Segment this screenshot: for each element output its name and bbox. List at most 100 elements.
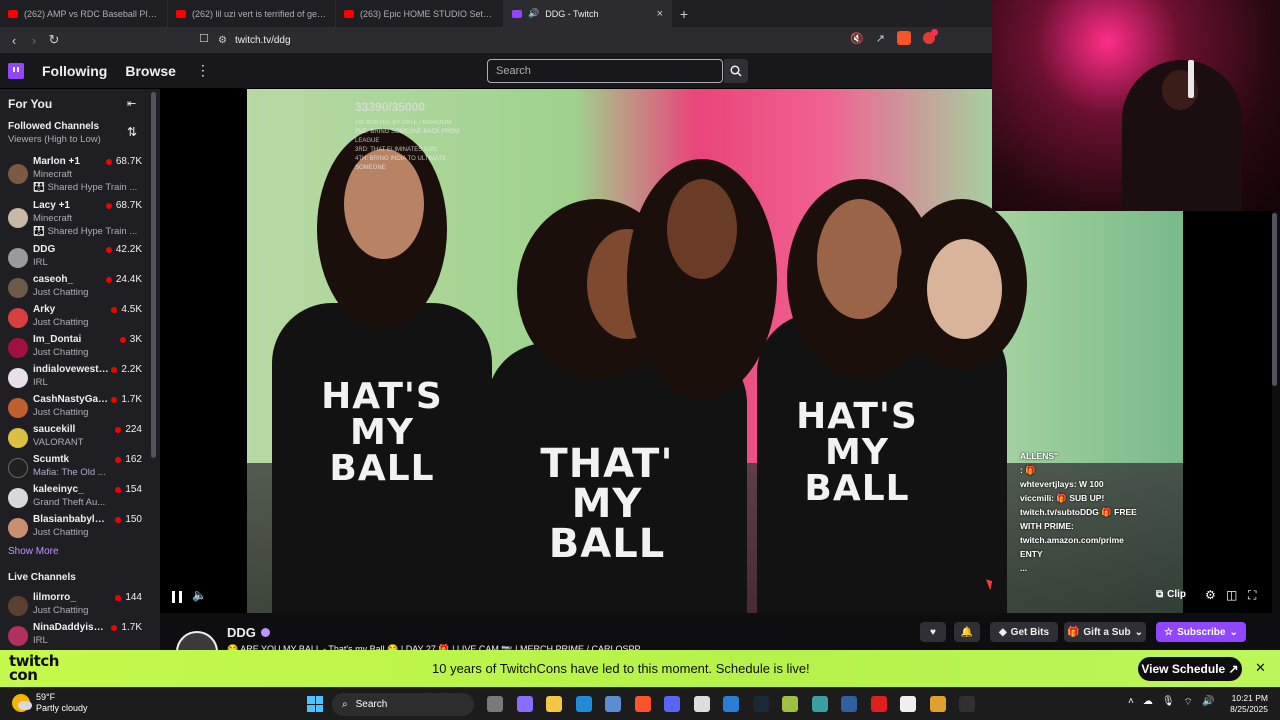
- browser-tab[interactable]: (262) lil uzi vert is terrified of getti…: [168, 0, 336, 27]
- adobe-icon[interactable]: [870, 696, 887, 712]
- clock[interactable]: 10:21 PM 8/25/2025: [1226, 693, 1268, 715]
- sidebar-channel[interactable]: saucekill VALORANT 224: [0, 424, 150, 454]
- sidebar-channel[interactable]: Blasianbabyloiaa Just Chatting 150: [0, 514, 150, 544]
- file-explorer-icon[interactable]: [546, 696, 562, 712]
- shirt-line: BALL: [329, 448, 435, 489]
- search-input[interactable]: Search: [487, 59, 723, 83]
- extension-icon[interactable]: [922, 29, 938, 44]
- collapse-sidebar-icon[interactable]: ⇤: [127, 97, 136, 110]
- clip-button[interactable]: ⧉ Clip: [1156, 589, 1186, 600]
- browse-link[interactable]: Browse: [125, 63, 176, 79]
- sidebar-channel[interactable]: DDG IRL 42.2K: [0, 244, 150, 274]
- volume-icon[interactable]: 🔈: [192, 588, 207, 602]
- sidebar-channel[interactable]: Scumtk Mafia: The Old ... 162: [0, 454, 150, 484]
- twitch-logo-icon[interactable]: [8, 62, 24, 79]
- obs-icon[interactable]: [959, 696, 975, 712]
- sidebar-channel[interactable]: Im_Dontai Just Chatting 3K: [0, 334, 150, 364]
- browser-tab[interactable]: (263) Epic HOME STUDIO Setup 2025: [336, 0, 504, 27]
- shirt-text-1: HAT'S MY BALL: [287, 379, 477, 487]
- wifi-icon[interactable]: ⌔: [1184, 696, 1193, 709]
- forward-icon[interactable]: ›: [24, 33, 44, 48]
- new-tab-button[interactable]: +: [672, 6, 696, 22]
- viewer-count: 1.7K: [111, 394, 142, 405]
- discord-icon[interactable]: [664, 696, 680, 712]
- avatar: [8, 626, 28, 646]
- game-icon[interactable]: [782, 696, 798, 712]
- taskbar-search[interactable]: ⌕ Search: [332, 693, 474, 716]
- sidebar-channel[interactable]: indialovewestb... IRL 2.2K: [0, 364, 150, 394]
- gift-sub-button[interactable]: 🎁 Gift a Sub ⌄: [1064, 622, 1146, 642]
- goal-line: 3RD: THAT ELIMINATES GIRL: [355, 147, 438, 153]
- system-tray: ˄ ☁ 🎙 ⌔ 🔊: [1128, 696, 1214, 709]
- sort-toggle-icon[interactable]: ⇅: [127, 125, 137, 139]
- view-schedule-button[interactable]: View Schedule ↗: [1138, 657, 1242, 681]
- channel-game: IRL: [33, 635, 48, 646]
- viewer-count-text: 68.7K: [115, 200, 142, 211]
- browser-tab-active[interactable]: 🔊 DDG - Twitch ×: [504, 0, 672, 27]
- epic-icon[interactable]: [900, 696, 916, 712]
- close-banner-icon[interactable]: ✕: [1255, 660, 1266, 676]
- chevron-up-icon[interactable]: ˄: [1128, 696, 1134, 709]
- app-icon-orange[interactable]: [929, 696, 946, 712]
- app-icon-blue[interactable]: [841, 696, 857, 712]
- sidebar-channel[interactable]: kaleeinyc_ Grand Theft Au... 154: [0, 484, 150, 514]
- get-bits-button[interactable]: ◆ Get Bits: [990, 622, 1058, 642]
- sidebar-channel[interactable]: Marlon +1 Minecraft 👪 Shared Hype Train …: [0, 156, 150, 198]
- microphone-icon[interactable]: 🎙: [1162, 696, 1175, 709]
- page-scrollbar[interactable]: [1272, 213, 1277, 386]
- start-button-icon[interactable]: [307, 696, 323, 712]
- brave-icon[interactable]: [634, 696, 651, 712]
- back-icon[interactable]: ‹: [4, 33, 24, 48]
- theatre-mode-icon[interactable]: ◫: [1226, 588, 1237, 602]
- steam-icon[interactable]: [752, 696, 769, 712]
- reload-icon[interactable]: ↻: [44, 32, 64, 48]
- search-button[interactable]: [724, 59, 748, 83]
- browser-tab[interactable]: (262) AMP vs RDC Baseball PISSED M: [0, 0, 168, 27]
- sidebar-channel[interactable]: Arky Just Chatting 4.5K: [0, 304, 150, 334]
- mute-site-icon[interactable]: 🔇: [850, 32, 864, 45]
- temperature: 59°F: [36, 692, 56, 702]
- twitchcon-banner: twitch con 10 years of TwitchCons have l…: [0, 650, 1280, 687]
- edge-icon[interactable]: [575, 696, 592, 712]
- sidebar-channel[interactable]: NinaDaddyisBa... IRL 1.7K: [0, 622, 150, 650]
- follow-heart-button[interactable]: ♥: [920, 622, 946, 642]
- video-controls: 🔈 ⧉ Clip ⚙ ◫ ⛶: [160, 585, 1272, 613]
- sidebar-scrollbar[interactable]: [151, 92, 156, 458]
- clip-icon: ⧉: [1156, 589, 1164, 600]
- weather-widget[interactable]: 59°F Partly cloudy: [12, 692, 88, 714]
- shirt-line: BALL: [804, 468, 910, 509]
- copilot-icon[interactable]: [516, 696, 533, 712]
- store-icon[interactable]: [605, 696, 621, 712]
- share-icon[interactable]: ↗: [876, 32, 885, 45]
- fullscreen-icon[interactable]: ⛶: [1248, 588, 1256, 603]
- app-icon-globe[interactable]: [811, 696, 828, 712]
- channel-name-row[interactable]: DDG: [227, 625, 270, 640]
- sidebar-channel[interactable]: Lacy +1 Minecraft 👪 Shared Hype Train ..…: [0, 200, 150, 242]
- chatgpt-icon[interactable]: [693, 696, 710, 712]
- speaker-icon[interactable]: 🔊: [1202, 696, 1214, 709]
- avatar: [8, 518, 28, 538]
- following-link[interactable]: Following: [42, 63, 107, 79]
- pause-icon[interactable]: [172, 591, 182, 603]
- viewer-count: 162: [115, 454, 142, 465]
- url-field[interactable]: ⚙ twitch.tv/ddg: [218, 31, 291, 49]
- show-more-link[interactable]: Show More: [8, 546, 59, 557]
- more-menu-icon[interactable]: ⋮: [196, 62, 210, 79]
- taskbar-search-label: Search: [355, 699, 388, 710]
- bookmark-icon[interactable]: ☐: [199, 32, 209, 45]
- webcam-bottle: [1188, 60, 1194, 98]
- close-tab-icon[interactable]: ×: [657, 8, 663, 20]
- brave-shields-icon[interactable]: [896, 31, 911, 45]
- word-icon[interactable]: [723, 696, 739, 712]
- sidebar-channel[interactable]: CashNastyGam... Just Chatting 1.7K: [0, 394, 150, 424]
- sidebar-channel[interactable]: lilmorro_ Just Chatting 144: [0, 592, 150, 622]
- task-view-icon[interactable]: [487, 696, 503, 712]
- chat-line: ...: [1020, 563, 1028, 573]
- sidebar-channel[interactable]: caseoh_ Just Chatting 24.4K: [0, 274, 150, 304]
- settings-gear-icon[interactable]: ⚙: [1205, 588, 1216, 602]
- subscribe-button[interactable]: ☆ Subscribe ⌄: [1156, 622, 1246, 642]
- cloud-icon[interactable]: ☁: [1143, 696, 1153, 709]
- site-settings-icon[interactable]: ⚙: [218, 35, 227, 46]
- hype-train-label: 👪 Shared Hype Train ...: [33, 182, 138, 193]
- notifications-button[interactable]: 🔔: [954, 622, 980, 642]
